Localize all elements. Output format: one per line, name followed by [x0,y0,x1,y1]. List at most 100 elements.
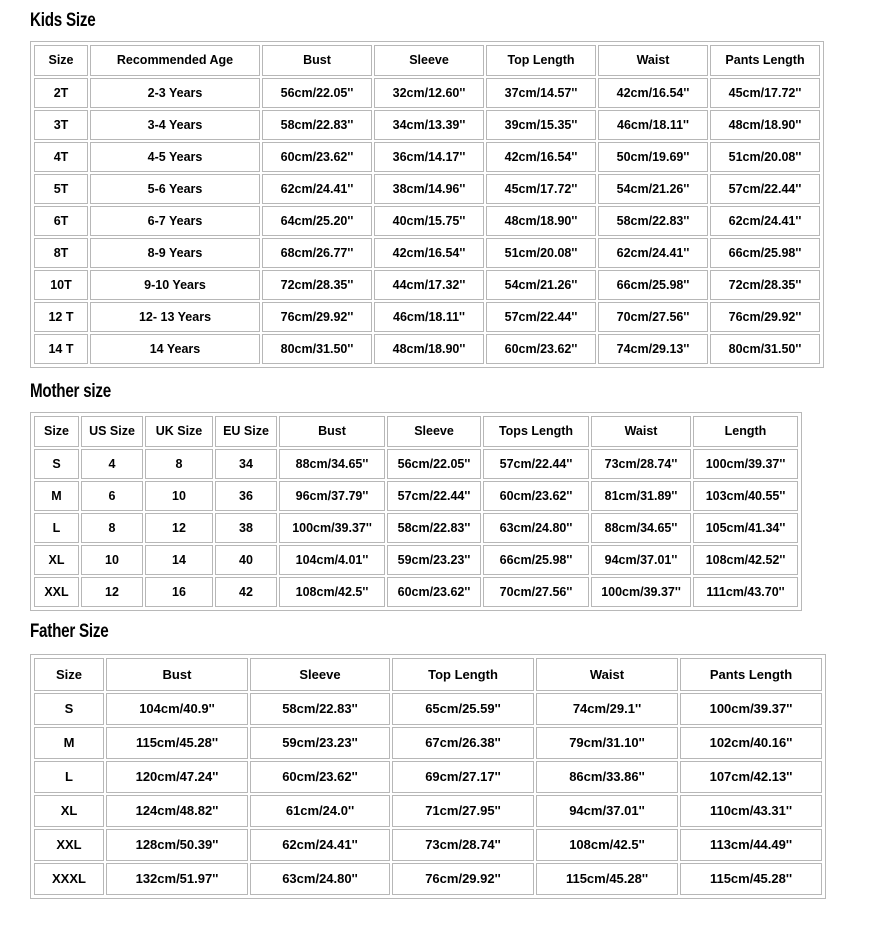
measurement-cell: 103cm/40.55'' [693,481,798,511]
kids-size-section: Kids Size Size Recommended Age Bust Sleeve T… [30,10,824,368]
measurement-cell: 102cm/40.16'' [680,727,822,759]
measurement-cell: 110cm/43.31'' [680,795,822,827]
measurement-cell: 74cm/29.1'' [536,693,678,725]
measurement-cell: 115cm/45.28'' [536,863,678,895]
measurement-cell: 66cm/25.98'' [483,545,589,575]
measurement-cell: 10 [81,545,143,575]
measurement-cell: 54cm/21.26'' [486,270,596,300]
measurement-cell: 60cm/23.62'' [387,577,481,607]
kids-size-heading: Kids Size [30,10,96,31]
measurement-cell: 12- 13 Years [90,302,260,332]
table-row: M 6 10 36 96cm/37.79'' 57cm/22.44'' 60cm/23.62… [34,481,798,511]
measurement-cell: 56cm/22.05'' [262,78,372,108]
measurement-cell: 58cm/22.83'' [387,513,481,543]
measurement-cell: 63cm/24.80'' [483,513,589,543]
measurement-cell: 73cm/28.74'' [591,449,691,479]
mother-size-table: Size US Size UK Size EU Size Bust Sleeve Tops … [30,412,802,611]
measurement-cell: 36cm/14.17'' [374,142,484,172]
measurement-cell: 115cm/45.28'' [106,727,248,759]
column-header-size: Size [34,45,88,76]
table-row: 2T 2-3 Years 56cm/22.05'' 32cm/12.60'' 37cm/… [34,78,820,108]
mother-size-heading: Mother size [30,381,111,402]
measurement-cell: 96cm/37.79'' [279,481,385,511]
measurement-cell: 61cm/24.0'' [250,795,390,827]
measurement-cell: 64cm/25.20'' [262,206,372,236]
table-row: 3T 3-4 Years 58cm/22.83'' 34cm/13.39'' 39cm/… [34,110,820,140]
size-label-cell: XXL [34,829,104,861]
measurement-cell: 46cm/18.11'' [598,110,708,140]
measurement-cell: 36 [215,481,277,511]
size-label-cell: 2T [34,78,88,108]
measurement-cell: 34cm/13.39'' [374,110,484,140]
table-row: M 115cm/45.28'' 59cm/23.23'' 67cm/26.38'' 79… [34,727,822,759]
measurement-cell: 94cm/37.01'' [591,545,691,575]
size-chart-page: Kids Size Size Recommended Age Bust Sleeve T… [0,0,872,926]
column-header-uk-size: UK Size [145,416,213,447]
measurement-cell: 74cm/29.13'' [598,334,708,364]
table-row: S 104cm/40.9'' 58cm/22.83'' 65cm/25.59'' 74c… [34,693,822,725]
measurement-cell: 62cm/24.41'' [250,829,390,861]
measurement-cell: 9-10 Years [90,270,260,300]
measurement-cell: 16 [145,577,213,607]
mother-table-body: Size US Size UK Size EU Size Bust Sleeve Tops … [34,416,798,607]
father-table-body: Size Bust Sleeve Top Length Waist Pants Lengt… [34,658,822,895]
table-row: XL 124cm/48.82'' 61cm/24.0'' 71cm/27.95'' 94… [34,795,822,827]
measurement-cell: 72cm/28.35'' [710,270,820,300]
measurement-cell: 48cm/18.90'' [374,334,484,364]
measurement-cell: 70cm/27.56'' [598,302,708,332]
measurement-cell: 81cm/31.89'' [591,481,691,511]
column-header-tops-length: Tops Length [483,416,589,447]
measurement-cell: 94cm/37.01'' [536,795,678,827]
column-header-top-length: Top Length [486,45,596,76]
table-row: 12 T 12- 13 Years 76cm/29.92'' 46cm/18.11''… [34,302,820,332]
column-header-waist: Waist [598,45,708,76]
measurement-cell: 8 [81,513,143,543]
measurement-cell: 66cm/25.98'' [710,238,820,268]
measurement-cell: 5-6 Years [90,174,260,204]
column-header-recommended-age: Recommended Age [90,45,260,76]
measurement-cell: 62cm/24.41'' [262,174,372,204]
column-header-pants-length: Pants Length [680,658,822,691]
size-label-cell: M [34,727,104,759]
size-label-cell: 3T [34,110,88,140]
measurement-cell: 3-4 Years [90,110,260,140]
measurement-cell: 100cm/39.37'' [680,693,822,725]
measurement-cell: 104cm/40.9'' [106,693,248,725]
measurement-cell: 44cm/17.32'' [374,270,484,300]
measurement-cell: 132cm/51.97'' [106,863,248,895]
mother-size-section: Mother size Size US Size UK Size EU Size Bus… [30,381,802,611]
measurement-cell: 76cm/29.92'' [710,302,820,332]
column-header-size: Size [34,416,79,447]
kids-header-row: Size Recommended Age Bust Sleeve Top Length W… [34,45,820,76]
measurement-cell: 57cm/22.44'' [483,449,589,479]
size-label-cell: XXXL [34,863,104,895]
measurement-cell: 42 [215,577,277,607]
measurement-cell: 100cm/39.37'' [591,577,691,607]
table-row: XXL 12 16 42 108cm/42.5'' 60cm/23.62'' 70cm/27… [34,577,798,607]
measurement-cell: 12 [145,513,213,543]
measurement-cell: 57cm/22.44'' [387,481,481,511]
size-label-cell: 5T [34,174,88,204]
measurement-cell: 115cm/45.28'' [680,863,822,895]
measurement-cell: 60cm/23.62'' [486,334,596,364]
father-table-wrapper: Size Bust Sleeve Top Length Waist Pants Lengt… [30,654,826,899]
size-label-cell: L [34,513,79,543]
column-header-size: Size [34,658,104,691]
measurement-cell: 42cm/16.54'' [486,142,596,172]
measurement-cell: 50cm/19.69'' [598,142,708,172]
measurement-cell: 62cm/24.41'' [598,238,708,268]
measurement-cell: 63cm/24.80'' [250,863,390,895]
measurement-cell: 57cm/22.44'' [486,302,596,332]
table-row: 14 T 14 Years 80cm/31.50'' 48cm/18.90'' 60cm… [34,334,820,364]
column-header-us-size: US Size [81,416,143,447]
table-row: L 120cm/47.24'' 60cm/23.62'' 69cm/27.17'' 86… [34,761,822,793]
measurement-cell: 6-7 Years [90,206,260,236]
measurement-cell: 59cm/23.23'' [250,727,390,759]
table-row: S 4 8 34 88cm/34.65'' 56cm/22.05'' 57cm/22.44'… [34,449,798,479]
table-row: XXL 128cm/50.39'' 62cm/24.41'' 73cm/28.74''… [34,829,822,861]
measurement-cell: 58cm/22.83'' [250,693,390,725]
kids-table-wrapper: Size Recommended Age Bust Sleeve Top Length W… [30,41,824,368]
measurement-cell: 39cm/15.35'' [486,110,596,140]
table-row: L 8 12 38 100cm/39.37'' 58cm/22.83'' 63cm/24.8… [34,513,798,543]
kids-table-body: Size Recommended Age Bust Sleeve Top Length W… [34,45,820,364]
